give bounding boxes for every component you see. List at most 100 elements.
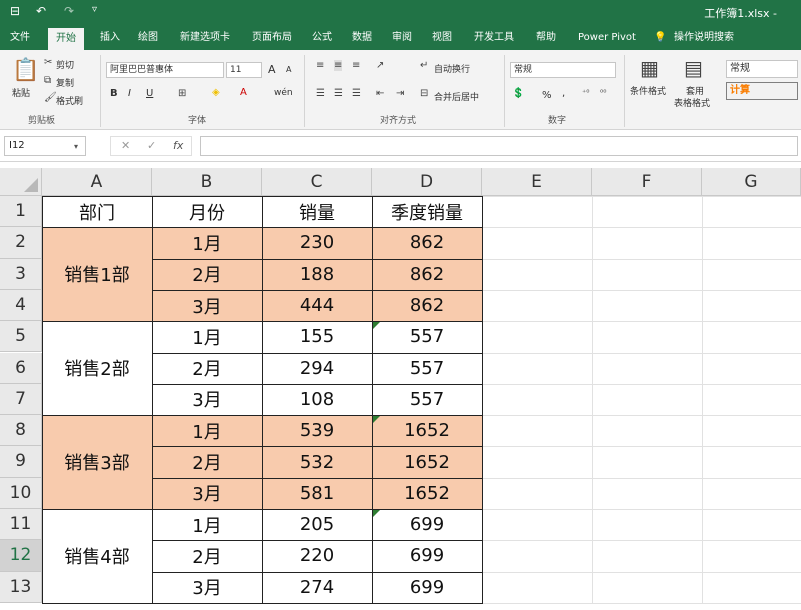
row-header-1[interactable]: 1 (0, 196, 42, 228)
table-header-cell[interactable]: 月份 (152, 196, 262, 228)
department-cell[interactable]: 销售4部 (42, 509, 152, 603)
column-header-A[interactable]: A (42, 168, 152, 196)
tab-data[interactable]: 数据 (352, 26, 372, 50)
tab-new[interactable]: 新建选项卡 (180, 26, 230, 50)
row-header-2[interactable]: 2 (0, 227, 42, 259)
cancel-icon[interactable]: ✕ (121, 137, 130, 155)
wrap-text-button[interactable]: 自动换行 (434, 62, 470, 75)
department-cell[interactable]: 销售3部 (42, 415, 152, 509)
tab-review[interactable]: 审阅 (392, 26, 412, 50)
tab-help[interactable]: 帮助 (536, 26, 556, 50)
row-header-11[interactable]: 11 (0, 509, 42, 541)
font-size-select[interactable]: 11 (226, 62, 262, 78)
formula-input[interactable] (200, 136, 798, 156)
quarter-sales-cell[interactable]: 699 (372, 540, 482, 572)
align-left-icon[interactable]: ☰ (316, 88, 325, 99)
quarter-sales-cell[interactable]: 557 (372, 321, 482, 353)
row-header-12[interactable]: 12 (0, 540, 42, 572)
tab-power-pivot[interactable]: Power Pivot (578, 26, 636, 50)
month-cell[interactable]: 1月 (152, 227, 262, 259)
orientation-icon[interactable]: ↗ (376, 60, 384, 71)
month-cell[interactable]: 2月 (152, 258, 262, 290)
cut-icon[interactable]: ✂ (44, 57, 52, 68)
column-header-G[interactable]: G (702, 168, 801, 196)
tab-formulas[interactable]: 公式 (312, 26, 332, 50)
month-cell[interactable]: 3月 (152, 477, 262, 509)
copy-button[interactable]: 复制 (56, 76, 74, 89)
quarter-sales-cell[interactable]: 862 (372, 258, 482, 290)
month-cell[interactable]: 3月 (152, 571, 262, 603)
phonetic-button[interactable]: wén (274, 88, 293, 98)
align-top-icon[interactable]: ≡ (316, 60, 324, 71)
increase-indent-icon[interactable]: ⇥ (396, 88, 404, 99)
format-table-icon[interactable]: ▤ (684, 56, 703, 80)
number-format-select[interactable]: 常规 (510, 62, 616, 78)
row-header-5[interactable]: 5 (0, 321, 42, 353)
italic-button[interactable]: I (128, 88, 131, 99)
align-bottom-icon[interactable]: ≡ (352, 60, 360, 71)
quarter-sales-cell[interactable]: 862 (372, 289, 482, 322)
name-box-dropdown-icon[interactable]: ▾ (74, 142, 78, 151)
accounting-format-icon[interactable]: 💲 (512, 88, 524, 99)
sales-cell[interactable]: 294 (262, 352, 372, 384)
sales-cell[interactable]: 230 (262, 227, 372, 259)
conditional-format-icon[interactable]: ▦ (640, 56, 659, 80)
month-cell[interactable]: 2月 (152, 446, 262, 478)
cut-button[interactable]: 剪切 (56, 58, 74, 71)
underline-button[interactable]: U (146, 88, 153, 99)
align-middle-icon[interactable]: ≡ (334, 60, 343, 71)
month-cell[interactable]: 1月 (152, 415, 262, 447)
table-header-cell[interactable]: 季度销量 (372, 196, 482, 228)
quarter-sales-cell[interactable]: 557 (372, 352, 482, 384)
sales-cell[interactable]: 108 (262, 383, 372, 416)
font-color-icon[interactable]: A (240, 87, 247, 98)
column-header-B[interactable]: B (152, 168, 262, 196)
tab-view[interactable]: 视图 (432, 26, 452, 50)
shrink-font-button[interactable]: A (286, 65, 291, 74)
quarter-sales-cell[interactable]: 557 (372, 383, 482, 416)
error-indicator-icon[interactable] (373, 322, 380, 330)
quarter-sales-cell[interactable]: 1652 (372, 446, 482, 478)
undo-icon[interactable]: ↶ (36, 4, 46, 18)
month-cell[interactable]: 1月 (152, 509, 262, 541)
tab-page-layout[interactable]: 页面布局 (252, 26, 292, 50)
error-indicator-icon[interactable] (373, 416, 380, 424)
sales-cell[interactable]: 444 (262, 289, 372, 322)
sales-cell[interactable]: 581 (262, 477, 372, 509)
sales-cell[interactable]: 205 (262, 509, 372, 541)
format-painter-button[interactable]: 格式刷 (56, 94, 83, 107)
percent-button[interactable]: % (542, 90, 552, 101)
fill-color-icon[interactable]: ◈ (212, 87, 220, 98)
save-icon[interactable]: ⊟ (10, 4, 20, 18)
quarter-sales-cell[interactable]: 862 (372, 227, 482, 259)
sales-cell[interactable]: 274 (262, 571, 372, 603)
sales-cell[interactable]: 155 (262, 321, 372, 353)
merge-center-icon[interactable]: ⊟ (420, 88, 428, 99)
sales-cell[interactable]: 188 (262, 258, 372, 290)
row-header-9[interactable]: 9 (0, 446, 42, 478)
merge-center-button[interactable]: 合并后居中 (434, 90, 479, 103)
insert-function-icon[interactable]: fx (173, 137, 183, 155)
bold-button[interactable]: B (110, 88, 118, 99)
department-cell[interactable]: 销售1部 (42, 227, 152, 322)
quarter-sales-cell[interactable]: 699 (372, 509, 482, 541)
align-right-icon[interactable]: ☰ (352, 88, 361, 99)
conditional-format-button[interactable]: 条件格式 (630, 84, 666, 97)
align-center-icon[interactable]: ☰ (334, 88, 343, 99)
sales-cell[interactable]: 532 (262, 446, 372, 478)
month-cell[interactable]: 3月 (152, 289, 262, 322)
month-cell[interactable]: 1月 (152, 321, 262, 353)
department-cell[interactable]: 销售2部 (42, 321, 152, 416)
decrease-indent-icon[interactable]: ⇤ (376, 88, 384, 99)
row-header-8[interactable]: 8 (0, 415, 42, 447)
table-header-cell[interactable]: 部门 (42, 196, 152, 228)
copy-icon[interactable]: ⧉ (44, 75, 51, 86)
error-indicator-icon[interactable] (373, 510, 380, 517)
column-header-D[interactable]: D (372, 168, 482, 196)
quarter-sales-cell[interactable]: 1652 (372, 415, 482, 447)
month-cell[interactable]: 2月 (152, 352, 262, 384)
tab-developer[interactable]: 开发工具 (474, 26, 514, 50)
column-header-C[interactable]: C (262, 168, 372, 196)
tab-file[interactable]: 文件 (10, 26, 30, 50)
select-all-corner[interactable] (0, 168, 42, 196)
